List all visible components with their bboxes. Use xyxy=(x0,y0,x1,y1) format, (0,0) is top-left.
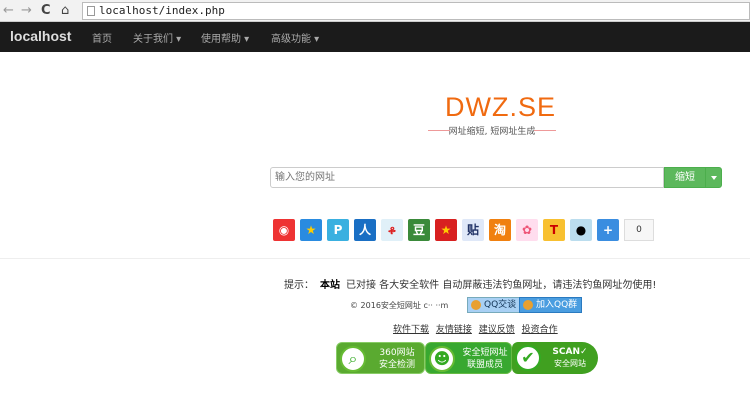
url-text: localhost/index.php xyxy=(99,4,225,17)
badge-line: 联盟成员 xyxy=(466,360,503,370)
nav-help[interactable]: 使用帮助 ▾ xyxy=(201,30,249,45)
address-bar[interactable]: localhost/index.php xyxy=(82,2,750,20)
badge-line: SCAN✓ xyxy=(552,347,588,357)
share-bar: ◉ ★ P 人 ቆ 豆 ★ 贴 淘 ✿ T ● + 0 xyxy=(273,219,654,241)
link-feedback[interactable]: 建议反馈 xyxy=(479,325,515,335)
navbar: localhost 首页 关于我们 ▾ 使用帮助 ▾ 高级功能 ▾ xyxy=(0,22,750,52)
qzone-icon[interactable]: ★ xyxy=(300,219,322,241)
tencent-weibo-icon[interactable]: P xyxy=(327,219,349,241)
qq-icon xyxy=(471,300,481,310)
tip-body: 已对接 各大安全软件 自动屏蔽违法钓鱼网址，请违法钓鱼网址勿使用! xyxy=(346,280,657,291)
qq-group-icon xyxy=(523,300,533,310)
link-invest[interactable]: 投资合作 xyxy=(522,325,558,335)
qq-group-button[interactable]: 加入QQ群 xyxy=(519,297,583,313)
share-count: 0 xyxy=(624,219,654,241)
link-download[interactable]: 软件下载 xyxy=(393,325,429,335)
check-icon: ✔ xyxy=(515,345,541,371)
tip-text: 提示： 本站 已对接 各大安全软件 自动屏蔽违法钓鱼网址，请违法钓鱼网址勿使用! xyxy=(284,276,656,291)
logo: DWZ.SE xyxy=(445,92,556,122)
badge-scan[interactable]: ✔ SCAN✓ 安全网站 xyxy=(512,342,598,374)
tip-strong: 本站 xyxy=(320,280,340,291)
back-icon[interactable]: ← xyxy=(3,3,14,18)
home-icon[interactable]: ⌂ xyxy=(61,3,69,18)
qq-icon[interactable]: ● xyxy=(570,219,592,241)
badge-line: 安全网站 xyxy=(554,359,586,368)
more-icon[interactable]: + xyxy=(597,219,619,241)
link-friends[interactable]: 友情链接 xyxy=(436,325,472,335)
kaixin-icon[interactable]: ★ xyxy=(435,219,457,241)
tip-label: 提示： xyxy=(284,280,314,291)
badge-line: 安全检测 xyxy=(378,360,415,370)
shorten-dropdown-toggle[interactable] xyxy=(705,167,722,188)
badge-line: 360网站 xyxy=(379,348,415,358)
badge-360[interactable]: ⌕ 360网站安全检测 xyxy=(336,342,425,374)
browser-toolbar: ← → C ⌂ localhost/index.php xyxy=(0,0,750,22)
tieba-icon[interactable]: 贴 xyxy=(462,219,484,241)
brand-link[interactable]: localhost xyxy=(10,28,71,44)
nav-advanced[interactable]: 高级功能 ▾ xyxy=(271,30,319,45)
slogan: 网址缩短, 短网址生成 xyxy=(428,124,556,137)
qq-chat-button[interactable]: QQ交谈 xyxy=(467,297,522,313)
badge-line: 安全短网址 xyxy=(462,348,508,358)
badge-alliance[interactable]: ☻ 安全短网址联盟成员 xyxy=(425,342,512,374)
douban-icon[interactable]: 豆 xyxy=(408,219,430,241)
shield-icon: ⌕ xyxy=(340,346,366,372)
footer-links: 软件下载 友情链接 建议反馈 投资合作 xyxy=(393,322,562,335)
qq-group-label: 加入QQ群 xyxy=(536,300,578,310)
nav-about[interactable]: 关于我们 ▾ xyxy=(133,30,181,45)
nav-home[interactable]: 首页 xyxy=(92,30,112,45)
badge-scan-text: SCAN✓ 安全网站 xyxy=(546,346,594,370)
badge-360-text: 360网站安全检测 xyxy=(371,347,423,371)
t-icon[interactable]: T xyxy=(543,219,565,241)
taobao-icon[interactable]: 淘 xyxy=(489,219,511,241)
weibo-icon[interactable]: ◉ xyxy=(273,219,295,241)
forward-icon[interactable]: → xyxy=(21,3,32,18)
star-mascot-icon: ☻ xyxy=(429,346,455,372)
qq-chat-label: QQ交谈 xyxy=(484,300,517,310)
shorten-button[interactable]: 缩短 xyxy=(664,167,706,188)
renren-icon[interactable]: 人 xyxy=(354,219,376,241)
copyright: © 2016安全短网址 c·· ··m xyxy=(350,301,449,310)
divider xyxy=(0,258,750,259)
url-input[interactable] xyxy=(270,167,664,188)
pengyou-icon[interactable]: ✿ xyxy=(516,219,538,241)
netease-icon[interactable]: ቆ xyxy=(381,219,403,241)
badge-alliance-text: 安全短网址 联盟成员 xyxy=(460,347,510,371)
page-icon xyxy=(87,6,95,16)
reload-icon[interactable]: C xyxy=(41,3,51,18)
